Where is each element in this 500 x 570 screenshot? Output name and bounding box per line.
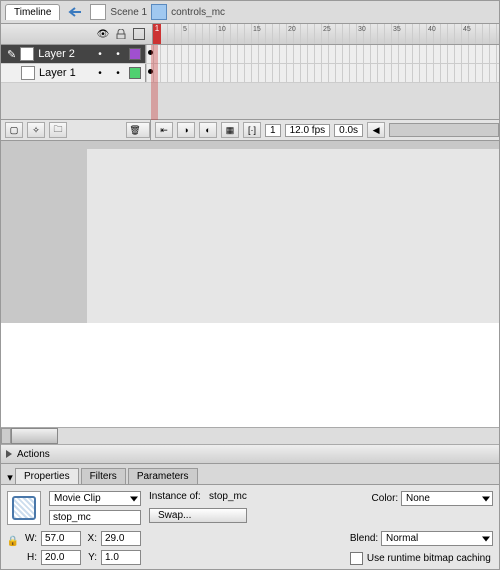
layer-header-icons: 👁	[1, 24, 153, 44]
ruler-tick: 45	[463, 26, 498, 33]
stage-offscreen	[1, 323, 499, 444]
ruler-tick: 30	[358, 26, 393, 33]
scrollbar-thumb[interactable]	[11, 428, 58, 444]
blend-label: Blend:	[350, 533, 378, 544]
stage-area[interactable]: + + Stop	[1, 141, 499, 444]
color-select[interactable]: None	[401, 491, 493, 506]
y-label: Y:	[85, 552, 97, 563]
layer-icon	[20, 47, 34, 61]
new-layer-icon[interactable]: ▢	[5, 122, 23, 138]
w-label: W:	[25, 533, 37, 544]
timeline-scrollbar[interactable]	[389, 123, 499, 137]
layer-lock-dot[interactable]: •	[111, 66, 125, 80]
layer-icon	[21, 66, 35, 80]
scroll-left-button[interactable]	[1, 428, 11, 444]
width-input[interactable]: 57.0	[41, 531, 81, 546]
swap-button[interactable]: Swap...	[149, 508, 247, 523]
stage-h-scrollbar[interactable]	[1, 427, 499, 444]
stage-canvas[interactable]	[87, 149, 499, 323]
h-label: H:	[25, 552, 37, 563]
layer-color-swatch[interactable]	[129, 48, 141, 60]
keyframe-icon[interactable]	[148, 69, 153, 74]
onion-skin-icon[interactable]: ◑	[177, 122, 195, 138]
lock-icon[interactable]	[114, 27, 128, 41]
actions-label: Actions	[17, 449, 50, 460]
modify-onion-markers-icon[interactable]: [·]	[243, 122, 261, 138]
ruler-tick: 40	[428, 26, 463, 33]
ruler-tick: 25	[323, 26, 358, 33]
panel-menu-icon[interactable]: ▾	[5, 471, 15, 484]
layer-row-2[interactable]: ✎ Layer 2 • •	[1, 45, 499, 64]
layer-2-frames[interactable]	[146, 45, 499, 63]
layers-empty-area	[1, 83, 499, 120]
instance-type-select[interactable]: Movie Clip	[49, 491, 141, 506]
height-input[interactable]: 20.0	[41, 550, 81, 565]
scroll-left-icon[interactable]: ◀	[367, 122, 385, 138]
movieclip-icon	[151, 4, 167, 20]
properties-tabs: ▾ Properties Filters Parameters	[1, 464, 499, 485]
ruler-tick: 10	[218, 26, 253, 33]
timeline-footer: ▢ ✧ 🗀 🗑 ⇤ ◑ ◐ ▦ [·] 1 12.0 fps 0.0s ◀	[1, 120, 499, 141]
layer-visible-dot[interactable]: •	[93, 47, 107, 61]
layer-row-1[interactable]: Layer 1 • •	[1, 64, 499, 83]
tab-filters[interactable]: Filters	[81, 468, 126, 484]
bitmap-caching-label: Use runtime bitmap caching	[367, 553, 491, 564]
center-frame-icon[interactable]: ⇤	[155, 122, 173, 138]
instance-name-input[interactable]: stop_mc	[49, 510, 141, 525]
layer-visible-dot[interactable]: •	[93, 66, 107, 80]
keyframe-icon[interactable]	[148, 50, 153, 55]
breadcrumb: Scene 1 controls_mc	[90, 4, 225, 20]
breadcrumb-clip[interactable]: controls_mc	[171, 7, 225, 18]
bitmap-caching-checkbox[interactable]	[350, 552, 363, 565]
layer-1-label: Layer 1	[39, 67, 76, 79]
tab-properties[interactable]: Properties	[15, 468, 79, 484]
ruler-tick: 5	[183, 26, 218, 33]
visibility-icon[interactable]: 👁	[96, 27, 110, 41]
outline-icon[interactable]	[132, 27, 146, 41]
x-label: X:	[85, 533, 97, 544]
disclosure-triangle-icon[interactable]	[6, 450, 12, 458]
frame-rate-field[interactable]: 12.0 fps	[285, 124, 331, 137]
onion-skin-outlines-icon[interactable]: ◐	[199, 122, 217, 138]
frame-ruler[interactable]: 1 5 10 15 20 25 30 35 40 45	[153, 24, 499, 44]
timeline-header: Timeline Scene 1 controls_mc	[1, 1, 499, 24]
instance-of-label: Instance of:	[149, 491, 201, 502]
elapsed-time-field: 0.0s	[334, 124, 363, 137]
edit-multiple-frames-icon[interactable]: ▦	[221, 122, 239, 138]
layer-lock-dot[interactable]: •	[111, 47, 125, 61]
scene-icon	[90, 4, 106, 20]
x-input[interactable]: 29.0	[101, 531, 141, 546]
new-motion-guide-icon[interactable]: ✧	[27, 122, 45, 138]
instance-type-icon[interactable]	[7, 491, 41, 525]
pencil-icon: ✎	[7, 48, 16, 61]
new-folder-icon[interactable]: 🗀	[49, 122, 67, 138]
properties-panel: Movie Clip stop_mc Instance of: stop_mc …	[1, 485, 499, 569]
trash-icon[interactable]: 🗑	[126, 122, 150, 138]
tab-timeline[interactable]: Timeline	[5, 4, 60, 20]
layer-2-label: Layer 2	[38, 48, 75, 60]
tab-parameters[interactable]: Parameters	[128, 468, 198, 484]
breadcrumb-scene[interactable]: Scene 1	[110, 7, 147, 18]
instance-of-value: stop_mc	[209, 491, 247, 502]
ruler-tick: 20	[288, 26, 323, 33]
layers-area: ✎ Layer 2 • • Layer 1 • •	[1, 45, 499, 120]
back-arrow-icon[interactable]	[66, 4, 84, 20]
current-frame-field[interactable]: 1	[265, 124, 281, 137]
ruler-tick: 15	[253, 26, 288, 33]
ruler-tick: 35	[393, 26, 428, 33]
y-input[interactable]: 1.0	[101, 550, 141, 565]
constrain-lock-icon[interactable]: 🔒	[7, 531, 19, 551]
actions-panel-header[interactable]: Actions	[1, 444, 499, 464]
layer-1-frames[interactable]	[146, 64, 499, 82]
color-label: Color:	[372, 493, 399, 504]
layer-color-swatch[interactable]	[129, 67, 141, 79]
blend-select[interactable]: Normal	[381, 531, 493, 546]
layer-header: 👁 1 5 10 15 20 25 30 35 40 45	[1, 24, 499, 45]
